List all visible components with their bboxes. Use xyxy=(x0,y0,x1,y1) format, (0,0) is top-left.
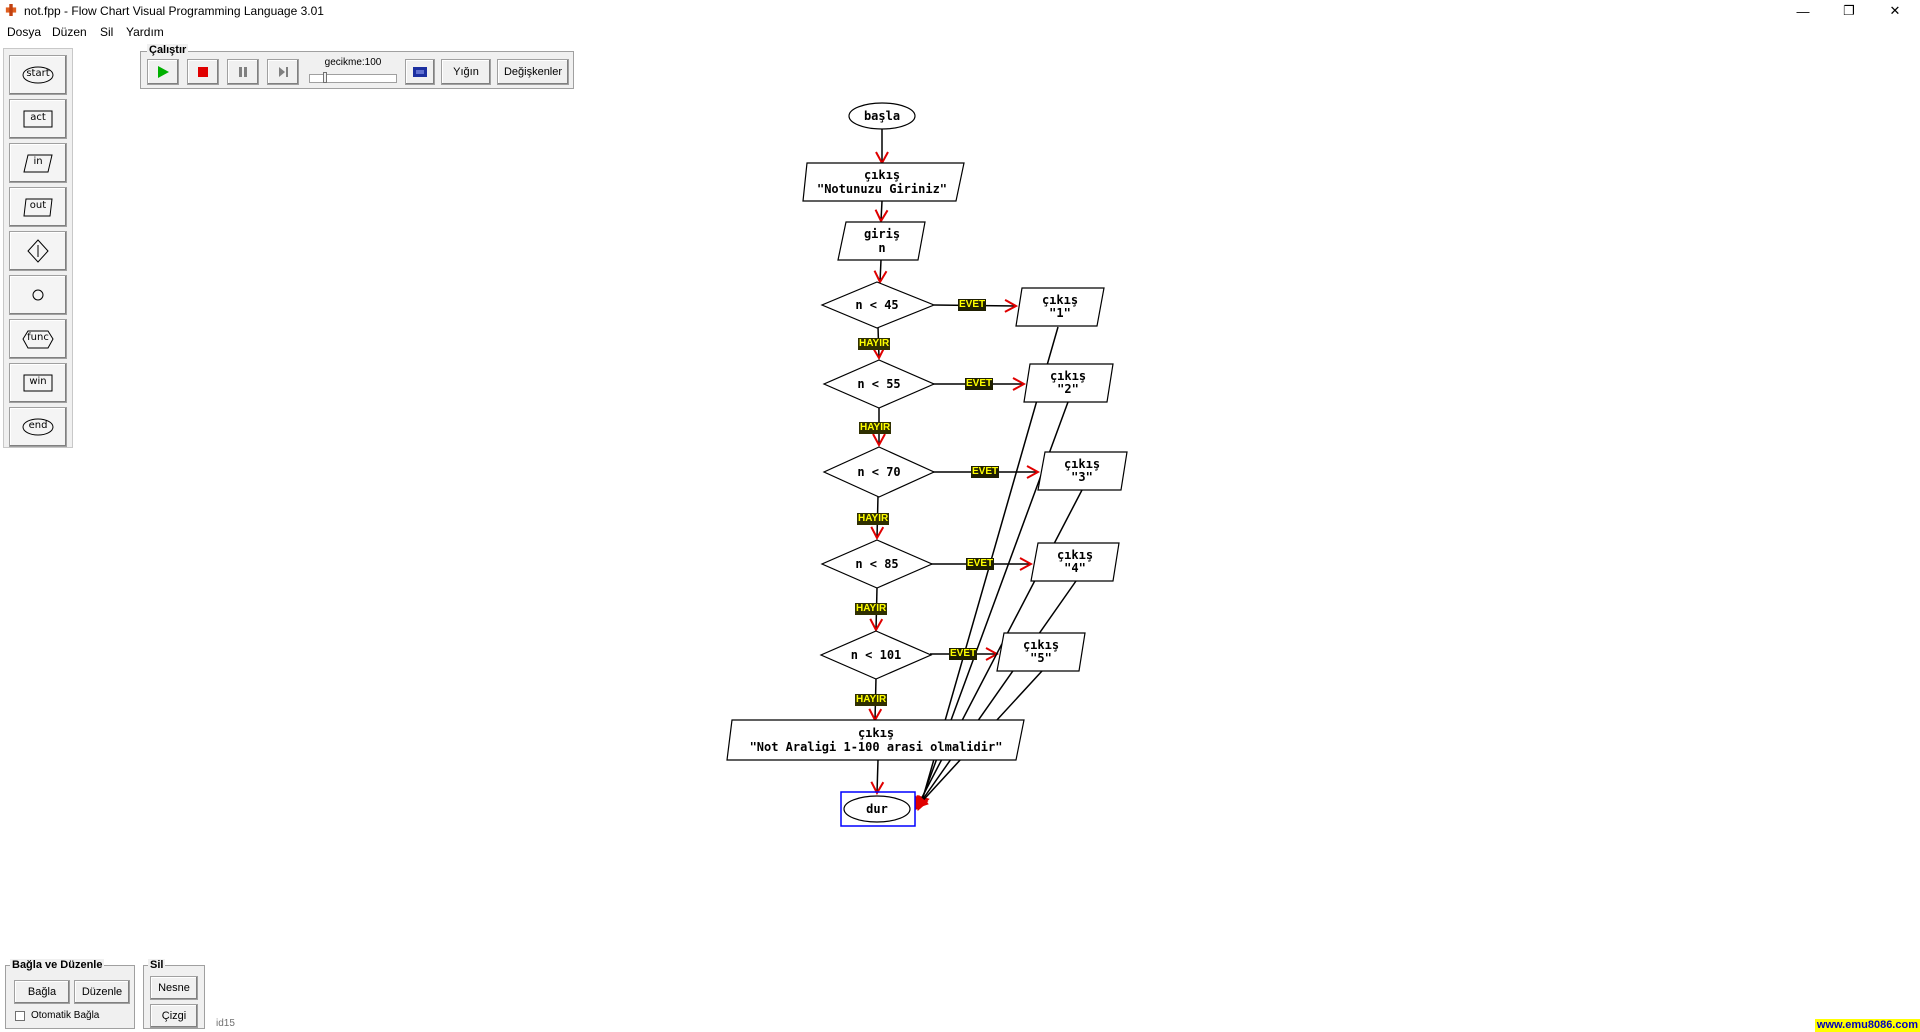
delete-group: Sil Nesne Çizgi xyxy=(143,959,205,1029)
flow-arrow xyxy=(877,759,878,793)
output-4-keyword: çıkış xyxy=(1057,548,1093,562)
no-label-3: HAYIR xyxy=(857,513,890,525)
yes-label-1: EVET xyxy=(958,299,987,311)
output-error-value: "Not Araligi 1-100 arasi olmalidir" xyxy=(750,740,1003,754)
condition-4-text: n < 85 xyxy=(855,557,898,571)
arrange-button[interactable]: Düzenle xyxy=(74,980,130,1004)
website-link[interactable]: www.emu8086.com xyxy=(1814,1019,1920,1032)
delete-line-button[interactable]: Çizgi xyxy=(150,1004,198,1028)
condition-1-text: n < 45 xyxy=(855,298,898,312)
output-1-value: "1" xyxy=(1049,306,1071,320)
connect-group: Bağla ve Düzenle Bağla Düzenle Otomatik … xyxy=(5,959,135,1029)
no-label-1: HAYIR xyxy=(858,338,891,350)
input-variable: n xyxy=(878,241,885,255)
output-2-keyword: çıkış xyxy=(1050,369,1086,383)
yes-label-3: EVET xyxy=(971,466,1000,478)
output-to-end-line xyxy=(915,580,1077,810)
output-error-keyword: çıkış xyxy=(858,726,894,740)
end-node-label: dur xyxy=(866,802,888,816)
flow-arrow xyxy=(880,259,881,282)
delete-object-button[interactable]: Nesne xyxy=(150,976,198,1000)
yes-label-4: EVET xyxy=(966,558,995,570)
output-3-value: "3" xyxy=(1071,470,1093,484)
output-prompt-keyword: çıkış xyxy=(864,168,900,182)
yes-label-2: EVET xyxy=(965,378,994,390)
start-node-label: başla xyxy=(864,109,900,123)
no-label-5: HAYIR xyxy=(855,694,888,706)
output-4-value: "4" xyxy=(1064,561,1086,575)
auto-connect-checkbox[interactable] xyxy=(15,1011,25,1021)
output-3-keyword: çıkış xyxy=(1064,457,1100,471)
input-keyword: giriş xyxy=(864,227,900,241)
output-prompt-value: "Notunuzu Giriniz" xyxy=(817,182,947,196)
yes-label-5: EVET xyxy=(949,648,978,660)
output-2-value: "2" xyxy=(1057,382,1079,396)
condition-3-text: n < 70 xyxy=(857,465,900,479)
auto-connect-label: Otomatik Bağla xyxy=(31,1010,100,1021)
output-1-keyword: çıkış xyxy=(1042,293,1078,307)
connect-button[interactable]: Bağla xyxy=(14,980,70,1004)
flowchart-canvas: başla çıkış "Notunuzu Giriniz" giriş n n… xyxy=(726,102,1128,827)
delete-group-title: Sil xyxy=(148,959,166,971)
connect-group-title: Bağla ve Düzenle xyxy=(10,959,105,971)
no-label-4: HAYIR xyxy=(855,603,888,615)
condition-2-text: n < 55 xyxy=(857,377,900,391)
no-label-2: HAYIR xyxy=(859,422,892,434)
output-5-value: "5" xyxy=(1030,651,1052,665)
flow-arrow xyxy=(881,200,882,221)
status-id: id15 xyxy=(216,1018,235,1029)
condition-5-text: n < 101 xyxy=(851,648,902,662)
output-5-keyword: çıkış xyxy=(1023,638,1059,652)
